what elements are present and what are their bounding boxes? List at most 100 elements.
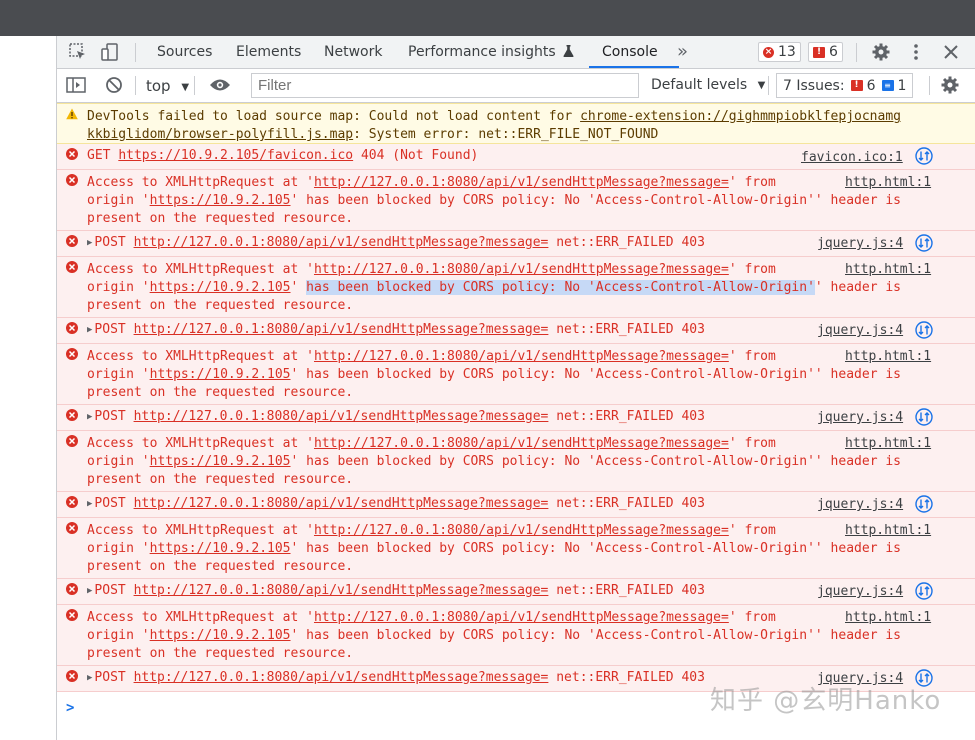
- cors-error-message: Access to XMLHttpRequest at 'http://127.…: [57, 605, 975, 666]
- request-url-link[interactable]: http://127.0.0.1:8080/api/v1/sendHttpMes…: [314, 175, 729, 190]
- request-url-link[interactable]: http://127.0.0.1:8080/api/v1/sendHttpMes…: [134, 322, 549, 337]
- source-location-link[interactable]: jquery.js:4: [817, 496, 903, 514]
- clear-console-icon[interactable]: [103, 75, 125, 95]
- badge-separator: [856, 43, 857, 62]
- source-location-link[interactable]: http.html:1: [845, 348, 931, 366]
- filter-input[interactable]: [251, 73, 639, 98]
- source-location-link[interactable]: favicon.ico:1: [801, 149, 903, 167]
- source-location-link[interactable]: http.html:1: [845, 174, 931, 192]
- network-request-icon[interactable]: [915, 582, 933, 600]
- cors-error-message: Access to XMLHttpRequest at 'http://127.…: [57, 431, 975, 492]
- source-map-link[interactable]: chrome-extension://gighmmpiobklfepjocnam…: [580, 109, 901, 124]
- expand-triangle-icon[interactable]: ▶: [87, 321, 92, 339]
- request-url-link[interactable]: http://127.0.0.1:8080/api/v1/sendHttpMes…: [314, 436, 729, 451]
- console-toolbar: top ▼ Default levels ▼ 7 Issues: !6 ≡1: [57, 69, 975, 103]
- dropdown-arrow-icon: ▼: [181, 82, 190, 93]
- source-location-link[interactable]: http.html:1: [845, 609, 931, 627]
- dropdown-arrow-icon: ▼: [757, 80, 766, 91]
- cors-text: origin ': [87, 454, 150, 469]
- source-location-link[interactable]: jquery.js:4: [817, 235, 903, 253]
- issues-info-count: 1: [897, 77, 907, 94]
- request-status: net::ERR_FAILED 403: [556, 322, 705, 337]
- origin-link[interactable]: https://10.9.2.105: [150, 367, 291, 382]
- source-location-link[interactable]: http.html:1: [845, 522, 931, 540]
- levels-label: Default levels: [651, 77, 748, 93]
- tab-performance-insights[interactable]: Performance insights: [408, 36, 574, 68]
- expand-triangle-icon[interactable]: ▶: [87, 669, 92, 687]
- console-warning-message: DevTools failed to load source map: Coul…: [57, 103, 975, 144]
- error-icon: [66, 235, 78, 247]
- origin-link[interactable]: https://10.9.2.105: [150, 280, 291, 295]
- expand-triangle-icon[interactable]: ▶: [87, 495, 92, 513]
- inspect-element-icon[interactable]: [67, 42, 89, 62]
- cors-policy-text: has been blocked by CORS policy: No 'Acc…: [306, 367, 815, 382]
- source-location-link[interactable]: http.html:1: [845, 261, 931, 279]
- origin-link[interactable]: https://10.9.2.105: [150, 193, 291, 208]
- source-location-link[interactable]: jquery.js:4: [817, 583, 903, 601]
- request-method: POST: [94, 235, 126, 250]
- device-toolbar-icon[interactable]: [99, 42, 121, 62]
- settings-gear-icon[interactable]: [870, 42, 892, 62]
- tab-console[interactable]: Console: [602, 36, 658, 68]
- expand-triangle-icon[interactable]: ▶: [87, 408, 92, 426]
- toolbar-separator: [768, 76, 769, 95]
- expand-triangle-icon[interactable]: ▶: [87, 582, 92, 600]
- watermark-text: 知乎 @玄明Hanko: [710, 686, 942, 716]
- error-icon: [66, 348, 78, 360]
- context-selector[interactable]: top ▼: [146, 77, 189, 95]
- request-url-link[interactable]: http://127.0.0.1:8080/api/v1/sendHttpMes…: [134, 235, 549, 250]
- source-location-link[interactable]: jquery.js:4: [817, 409, 903, 427]
- flask-icon: [563, 45, 574, 57]
- request-url-link[interactable]: http://127.0.0.1:8080/api/v1/sendHttpMes…: [314, 262, 729, 277]
- request-url-link[interactable]: http://127.0.0.1:8080/api/v1/sendHttpMes…: [134, 496, 549, 511]
- warning-error-text: : System error: net::ERR_FILE_NOT_FOUND: [353, 127, 659, 142]
- origin-link[interactable]: https://10.9.2.105: [150, 454, 291, 469]
- more-tabs-chevron-icon[interactable]: »: [677, 36, 688, 68]
- request-url-link[interactable]: http://127.0.0.1:8080/api/v1/sendHttpMes…: [134, 583, 549, 598]
- network-request-icon[interactable]: [915, 408, 933, 426]
- expand-triangle-icon[interactable]: ▶: [87, 234, 92, 252]
- tab-elements[interactable]: Elements: [236, 36, 301, 68]
- request-url-link[interactable]: https://10.9.2.105/favicon.ico: [118, 148, 353, 163]
- network-request-icon[interactable]: [915, 321, 933, 339]
- source-location-link[interactable]: http.html:1: [845, 435, 931, 453]
- request-url-link[interactable]: http://127.0.0.1:8080/api/v1/sendHttpMes…: [314, 523, 729, 538]
- cors-text: origin ': [87, 541, 150, 556]
- request-url-link[interactable]: http://127.0.0.1:8080/api/v1/sendHttpMes…: [134, 409, 549, 424]
- cors-text: present on the requested resource.: [87, 211, 354, 226]
- context-label: top: [146, 77, 171, 95]
- live-expression-eye-icon[interactable]: [209, 75, 231, 95]
- origin-link[interactable]: https://10.9.2.105: [150, 628, 291, 643]
- post-error-message: ▶ POST http://127.0.0.1:8080/api/v1/sendH…: [57, 405, 975, 431]
- cors-text: Access to XMLHttpRequest at ': [87, 175, 314, 190]
- network-request-icon[interactable]: [915, 495, 933, 513]
- error-count-badge[interactable]: × 13: [758, 42, 801, 62]
- post-error-message: ▶ POST http://127.0.0.1:8080/api/v1/sendH…: [57, 231, 975, 257]
- request-url-link[interactable]: http://127.0.0.1:8080/api/v1/sendHttpMes…: [134, 670, 549, 685]
- more-options-icon[interactable]: [905, 42, 927, 62]
- issue-count-badge[interactable]: ! 6: [808, 42, 843, 62]
- tab-network[interactable]: Network: [324, 36, 382, 68]
- request-url-link[interactable]: http://127.0.0.1:8080/api/v1/sendHttpMes…: [314, 610, 729, 625]
- console-prompt-icon[interactable]: >: [66, 700, 74, 716]
- request-status: net::ERR_FAILED 403: [556, 496, 705, 511]
- network-request-icon[interactable]: [915, 147, 933, 165]
- close-icon[interactable]: [940, 42, 962, 62]
- source-map-link-continued[interactable]: kkbiglidom/browser-polyfill.js.map: [87, 127, 353, 142]
- issues-button[interactable]: 7 Issues: ! 6 ≡ 1: [776, 73, 914, 98]
- network-request-icon[interactable]: [915, 234, 933, 252]
- log-levels-dropdown[interactable]: Default levels ▼: [651, 77, 765, 93]
- toolbar-separator: [929, 76, 930, 95]
- show-sidebar-icon[interactable]: [65, 75, 87, 95]
- cors-text: Access to XMLHttpRequest at ': [87, 349, 314, 364]
- cors-error-message: Access to XMLHttpRequest at 'http://127.…: [57, 257, 975, 318]
- error-icon: [66, 522, 78, 534]
- tab-sources[interactable]: Sources: [157, 36, 212, 68]
- issue-error-icon: !: [850, 80, 863, 91]
- cors-text: present on the requested resource.: [87, 298, 354, 313]
- origin-link[interactable]: https://10.9.2.105: [150, 541, 291, 556]
- console-settings-gear-icon[interactable]: [939, 75, 961, 95]
- request-url-link[interactable]: http://127.0.0.1:8080/api/v1/sendHttpMes…: [314, 349, 729, 364]
- source-location-link[interactable]: jquery.js:4: [817, 322, 903, 340]
- request-status: net::ERR_FAILED 403: [556, 670, 705, 685]
